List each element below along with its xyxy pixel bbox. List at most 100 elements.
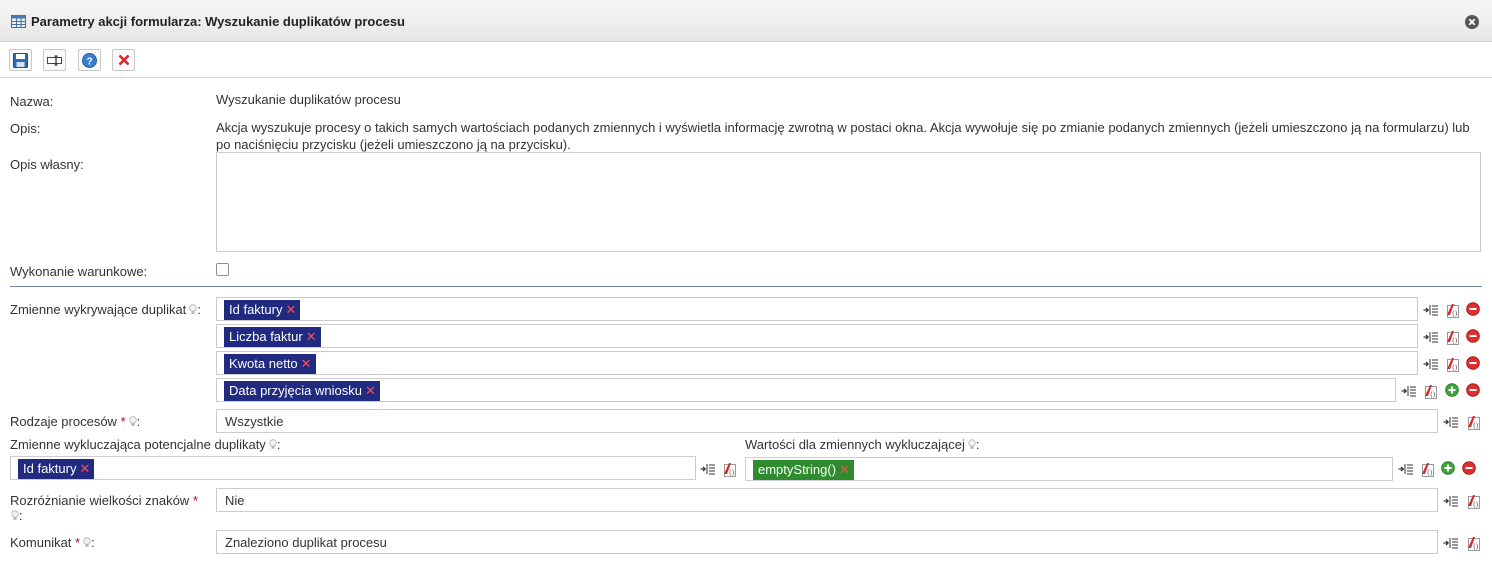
insert-variable-icon[interactable]	[1423, 356, 1439, 372]
process-types-field[interactable]: Wszystkie	[216, 409, 1438, 433]
exclude-variable-field[interactable]: Id faktury ✕	[10, 456, 696, 480]
function-editor-icon[interactable]: ()	[1443, 302, 1459, 318]
chip-label: Id faktury	[229, 302, 283, 317]
function-editor-icon[interactable]: ()	[1464, 535, 1480, 551]
remove-row-icon[interactable]	[1462, 461, 1478, 477]
name-label: Nazwa:	[10, 94, 54, 109]
process-types-label: Rodzaje procesów *:	[10, 414, 140, 429]
variable-chip[interactable]: Data przyjęcia wniosku ✕	[224, 381, 380, 401]
description-value: Akcja wyszukuje procesy o takich samych …	[216, 120, 1470, 152]
detect-variable-field-2[interactable]: Liczba faktur ✕	[216, 324, 1418, 348]
variable-chip[interactable]: Kwota netto ✕	[224, 354, 316, 374]
remove-chip-icon[interactable]: ✕	[79, 461, 90, 476]
help-button[interactable]: ?	[78, 49, 101, 71]
chip-label: emptyString()	[758, 462, 837, 477]
required-mark: *	[192, 493, 198, 508]
help-icon: ?	[82, 52, 97, 68]
function-editor-icon[interactable]: ()	[720, 461, 736, 477]
dialog-titlebar: Parametry akcji formularza: Wyszukanie d…	[0, 0, 1492, 42]
message-label: Komunikat *:	[10, 535, 95, 550]
remove-row-icon[interactable]	[1466, 383, 1482, 399]
detect-variable-field-4[interactable]: Data przyjęcia wniosku ✕	[216, 378, 1396, 402]
colon: :	[19, 508, 23, 523]
chip-label: Liczba faktur	[229, 329, 303, 344]
remove-row-icon[interactable]	[1466, 302, 1482, 318]
chip-label: Data przyjęcia wniosku	[229, 383, 362, 398]
display-field-button[interactable]	[43, 49, 66, 71]
variable-chip[interactable]: Id faktury ✕	[224, 300, 301, 320]
variable-chip[interactable]: Id faktury ✕	[18, 459, 95, 479]
colon: :	[136, 414, 141, 429]
chip-label: Id faktury	[23, 461, 77, 476]
insert-variable-icon[interactable]	[1443, 493, 1459, 509]
own-description-textarea[interactable]	[216, 152, 1481, 252]
insert-variable-icon[interactable]	[1423, 302, 1439, 318]
required-mark: *	[120, 414, 126, 429]
insert-variable-icon[interactable]	[1423, 329, 1439, 345]
exclude-variables-label: Zmienne wykluczająca potencjalne duplika…	[10, 437, 280, 452]
function-editor-icon[interactable]: ()	[1443, 329, 1459, 345]
svg-text:(): ()	[1452, 337, 1458, 345]
hint-bulb-icon	[128, 415, 137, 426]
insert-variable-icon[interactable]	[1443, 535, 1459, 551]
exclude-values-label: Wartości dla zmiennych wykluczającej:	[745, 437, 980, 452]
floppy-disk-icon	[13, 52, 28, 68]
insert-variable-icon[interactable]	[1443, 414, 1459, 430]
conditional-execution-label: Wykonanie warunkowe:	[10, 264, 148, 279]
hint-bulb-icon	[968, 438, 976, 449]
add-row-icon[interactable]	[1441, 461, 1457, 477]
svg-text:(): ()	[1473, 422, 1479, 430]
case-sensitivity-value: Nie	[225, 493, 245, 508]
insert-variable-icon[interactable]	[1398, 461, 1414, 477]
exclude-value-field[interactable]: emptyString() ✕	[745, 457, 1393, 481]
red-x-icon	[118, 54, 129, 66]
remove-chip-icon[interactable]: ✕	[365, 383, 376, 398]
insert-variable-icon[interactable]	[700, 461, 716, 477]
function-editor-icon[interactable]: ()	[1418, 461, 1434, 477]
close-dialog-button[interactable]	[1465, 15, 1479, 29]
svg-text:(): ()	[1452, 310, 1458, 318]
detect-variable-field-1[interactable]: Id faktury ✕	[216, 297, 1418, 321]
remove-chip-icon[interactable]: ✕	[306, 329, 317, 344]
description-label: Opis:	[10, 121, 41, 136]
colon: :	[91, 535, 95, 550]
message-label-text: Komunikat	[10, 535, 72, 550]
save-button[interactable]	[9, 49, 32, 71]
function-editor-icon[interactable]: ()	[1443, 356, 1459, 372]
svg-text:(): ()	[1452, 364, 1458, 372]
colon: :	[975, 437, 980, 452]
process-types-value: Wszystkie	[225, 414, 284, 429]
remove-chip-icon[interactable]: ✕	[285, 302, 296, 317]
message-field[interactable]: Znaleziono duplikat procesu	[216, 530, 1438, 554]
remove-chip-icon[interactable]: ✕	[839, 462, 850, 477]
variable-chip[interactable]: Liczba faktur ✕	[224, 327, 321, 347]
hint-bulb-icon	[269, 438, 277, 449]
remove-row-icon[interactable]	[1466, 356, 1482, 372]
svg-text:(): ()	[729, 469, 735, 477]
detect-variable-field-3[interactable]: Kwota netto ✕	[216, 351, 1418, 375]
cancel-button[interactable]	[112, 49, 135, 71]
function-editor-icon[interactable]: ()	[1421, 383, 1437, 399]
add-row-icon[interactable]	[1445, 383, 1461, 399]
message-value: Znaleziono duplikat procesu	[225, 535, 387, 550]
conditional-execution-checkbox[interactable]	[216, 263, 229, 276]
dialog-title: Parametry akcji formularza: Wyszukanie d…	[31, 14, 405, 29]
detect-variables-label: Zmienne wykrywające duplikat:	[10, 302, 201, 317]
svg-text:(): ()	[1427, 469, 1433, 477]
value-chip[interactable]: emptyString() ✕	[753, 460, 854, 480]
case-sensitivity-field[interactable]: Nie	[216, 488, 1438, 512]
insert-variable-icon[interactable]	[1401, 383, 1417, 399]
remove-row-icon[interactable]	[1466, 329, 1482, 345]
colon: :	[276, 437, 281, 452]
chip-label: Kwota netto	[229, 356, 298, 371]
text-field-icon	[47, 55, 62, 65]
function-editor-icon[interactable]: ()	[1464, 414, 1480, 430]
toolbar: ?	[0, 42, 1492, 78]
exclude-variables-label-text: Zmienne wykluczająca potencjalne duplika…	[10, 437, 266, 452]
close-icon	[1468, 18, 1476, 26]
case-sensitivity-hint: :	[10, 508, 23, 523]
remove-chip-icon[interactable]: ✕	[301, 356, 312, 371]
exclude-values-label-text: Wartości dla zmiennych wykluczającej	[745, 437, 965, 452]
function-editor-icon[interactable]: ()	[1464, 493, 1480, 509]
case-sensitivity-label-text: Rozróżnianie wielkości znaków	[10, 493, 190, 508]
